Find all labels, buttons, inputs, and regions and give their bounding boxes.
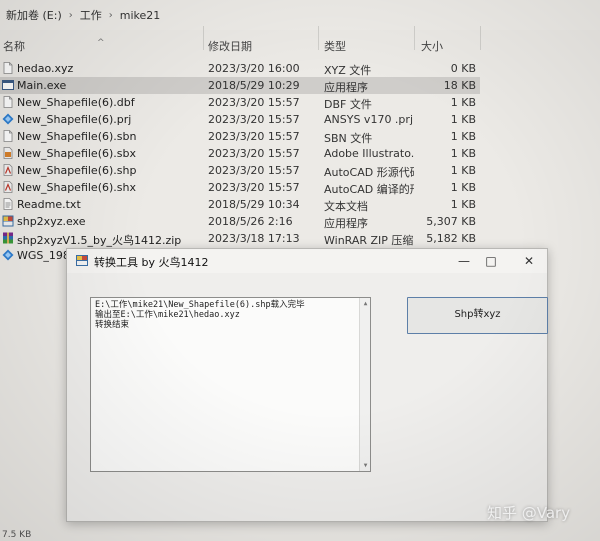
ansys-file-icon <box>2 249 14 261</box>
file-name: New_Shapefile(6).prj <box>17 113 132 126</box>
output-line: 输出至E:\工作\mike21\hedao.xyz <box>95 310 240 320</box>
file-name: New_Shapefile(6).dbf <box>17 96 135 109</box>
file-type: AutoCAD 编译的形 <box>324 183 414 196</box>
ansys-file-icon <box>2 113 14 125</box>
file-type: 文本文档 <box>324 200 368 213</box>
file-row[interactable]: shp2xyz.exe 2018/5/26 2:16 应用程序 5,307 KB <box>0 213 480 230</box>
watermark: 知乎 @Vary <box>487 504 571 522</box>
file-row[interactable]: New_Shapefile(6).shp 2023/3/20 15:57 AutoC… <box>0 162 480 179</box>
file-date: 2023/3/20 16:00 <box>208 62 300 75</box>
file-date: 2023/3/18 17:13 <box>208 232 300 245</box>
file-row[interactable]: New_Shapefile(6).dbf 2023/3/20 15:57 DBF 文… <box>0 94 480 111</box>
column-headers: ^ 名称 修改日期 类型 大小 <box>0 34 600 56</box>
app-icon <box>76 255 88 266</box>
file-type: SBN 文件 <box>324 132 373 145</box>
file-name: shp2xyzV1.5_by_火鸟1412.zip <box>17 234 182 247</box>
file-type: DBF 文件 <box>324 98 372 111</box>
chevron-right-icon: › <box>108 9 113 21</box>
file-size: 1 KB <box>450 113 476 126</box>
output-line: E:\工作\mike21\New_Shapefile(6).shp载入完毕 <box>95 300 305 310</box>
file-size: 5,307 KB <box>426 215 476 228</box>
file-row[interactable]: New_Shapefile(6).shx 2023/3/20 15:57 AutoC… <box>0 179 480 196</box>
file-size: 1 KB <box>450 181 476 194</box>
output-line: 转换结束 <box>95 320 130 330</box>
column-header-type[interactable]: 类型 <box>324 38 346 54</box>
file-date: 2018/5/29 10:34 <box>208 198 300 211</box>
file-date: 2018/5/26 2:16 <box>208 215 293 228</box>
file-type: XYZ 文件 <box>324 64 372 77</box>
chevron-right-icon: › <box>68 9 73 21</box>
generic-file-icon <box>2 62 14 74</box>
file-type: ANSYS v170 .prj ... <box>324 113 414 126</box>
file-row[interactable]: Readme.txt 2018/5/29 10:34 文本文档 1 KB <box>0 196 480 213</box>
scroll-up-icon[interactable]: ▲ <box>361 299 370 308</box>
close-button[interactable]: ✕ <box>513 252 545 270</box>
file-size: 1 KB <box>450 130 476 143</box>
sort-caret-icon: ^ <box>97 38 105 48</box>
dialog-title: 转换工具 by 火鸟1412 <box>94 256 209 269</box>
vertical-scrollbar[interactable]: ▲ ▼ <box>359 298 370 471</box>
breadcrumb-item-mike21[interactable]: mike21 <box>120 9 161 22</box>
file-name: Main.exe <box>17 79 67 92</box>
column-header-name[interactable]: 名称 <box>3 38 25 54</box>
autocad-file-icon <box>2 181 14 193</box>
file-type: AutoCAD 形源代码 <box>324 166 414 179</box>
file-row[interactable]: New_Shapefile(6).prj 2023/3/20 15:57 ANSYS… <box>0 111 480 128</box>
file-name: Readme.txt <box>17 198 81 211</box>
autocad-file-icon <box>2 164 14 176</box>
column-divider[interactable] <box>203 26 204 50</box>
breadcrumb-item-work[interactable]: 工作 <box>80 7 102 23</box>
file-size: 1 KB <box>450 96 476 109</box>
file-type: WinRAR ZIP 压缩... <box>324 234 414 247</box>
output-log[interactable]: E:\工作\mike21\New_Shapefile(6).shp载入完毕 输出… <box>90 297 371 472</box>
winrar-icon <box>2 232 14 244</box>
status-size: 7.5 KB <box>2 530 32 540</box>
file-row[interactable]: New_Shapefile(6).sbx 2023/3/20 15:57 Adobe… <box>0 145 480 162</box>
file-type: 应用程序 <box>324 81 368 94</box>
file-name: New_Shapefile(6).sbn <box>17 130 137 143</box>
file-date: 2023/3/20 15:57 <box>208 181 300 194</box>
file-name: New_Shapefile(6).sbx <box>17 147 136 160</box>
column-header-date[interactable]: 修改日期 <box>208 38 252 54</box>
converter-dialog: 转换工具 by 火鸟1412 — □ ✕ E:\工作\mike21\New_Sh… <box>66 248 548 522</box>
scroll-down-icon[interactable]: ▼ <box>361 461 370 470</box>
convert-button[interactable]: Shp转xyz <box>407 297 548 334</box>
column-header-size[interactable]: 大小 <box>421 38 443 54</box>
text-file-icon <box>2 198 14 210</box>
file-date: 2023/3/20 15:57 <box>208 164 300 177</box>
file-row[interactable]: shp2xyzV1.5_by_火鸟1412.zip 2023/3/18 17:13… <box>0 230 480 247</box>
file-size: 1 KB <box>450 147 476 160</box>
file-size: 0 KB <box>450 62 476 75</box>
file-name: New_Shapefile(6).shx <box>17 181 136 194</box>
file-size: 5,182 KB <box>426 232 476 245</box>
breadcrumb: 新加卷 (E:) › 工作 › mike21 <box>0 0 600 30</box>
file-size: 1 KB <box>450 198 476 211</box>
file-row[interactable]: hedao.xyz 2023/3/20 16:00 XYZ 文件 0 KB <box>0 60 480 77</box>
dialog-titlebar[interactable]: 转换工具 by 火鸟1412 — □ ✕ <box>67 249 547 273</box>
maximize-button[interactable]: □ <box>475 252 507 270</box>
file-size: 1 KB <box>450 164 476 177</box>
breadcrumb-item-drive[interactable]: 新加卷 (E:) <box>6 7 62 23</box>
file-date: 2023/3/20 15:57 <box>208 130 300 143</box>
file-type: 应用程序 <box>324 217 368 230</box>
illustrator-file-icon <box>2 147 14 159</box>
generic-file-icon <box>2 130 14 142</box>
column-divider[interactable] <box>318 26 319 50</box>
file-name: shp2xyz.exe <box>17 215 86 228</box>
file-name: New_Shapefile(6).shp <box>17 164 137 177</box>
file-row[interactable]: Main.exe 2018/5/29 10:29 应用程序 18 KB <box>0 77 480 94</box>
file-type: Adobe Illustrato... <box>324 147 414 160</box>
file-size: 18 KB <box>443 79 476 92</box>
column-divider[interactable] <box>480 26 481 50</box>
file-date: 2023/3/20 15:57 <box>208 96 300 109</box>
generic-file-icon <box>2 96 14 108</box>
file-date: 2023/3/20 15:57 <box>208 113 300 126</box>
file-date: 2023/3/20 15:57 <box>208 147 300 160</box>
exe-app-icon <box>2 215 14 227</box>
file-name: hedao.xyz <box>17 62 74 75</box>
app-window-icon <box>2 79 14 91</box>
column-divider[interactable] <box>414 26 415 50</box>
file-date: 2018/5/29 10:29 <box>208 79 300 92</box>
file-row[interactable]: New_Shapefile(6).sbn 2023/3/20 15:57 SBN 文… <box>0 128 480 145</box>
